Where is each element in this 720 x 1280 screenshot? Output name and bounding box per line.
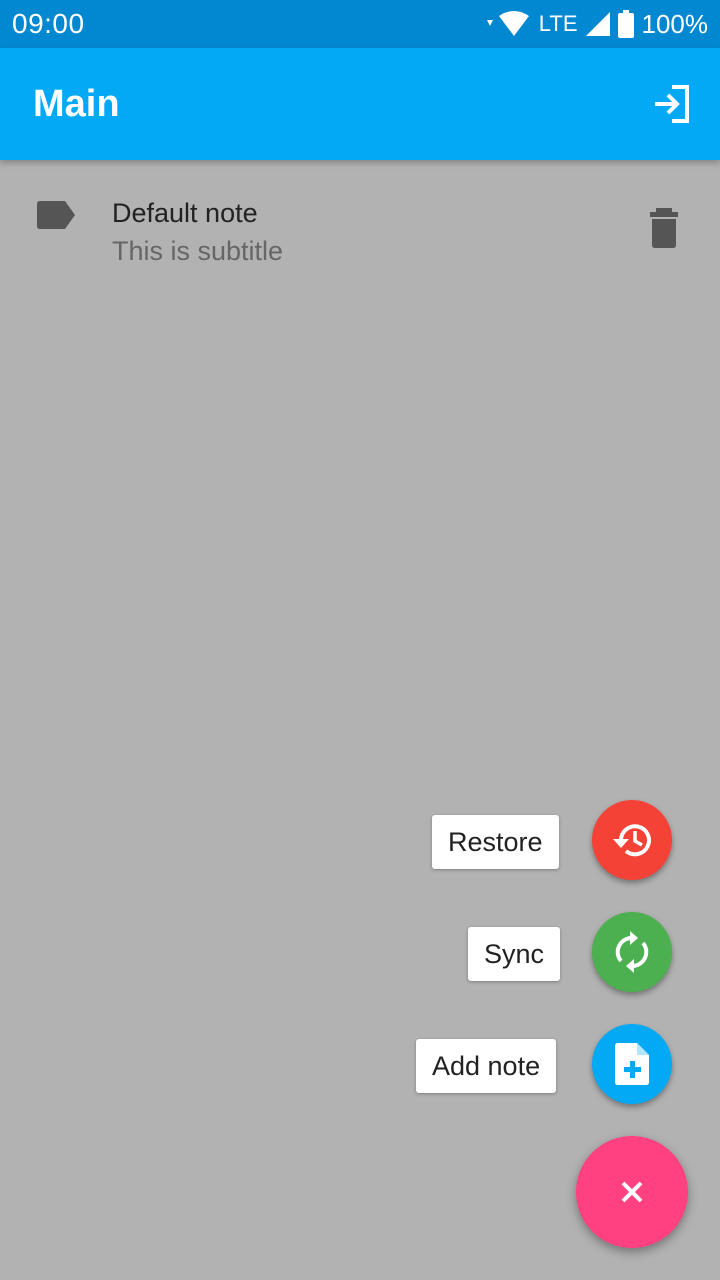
status-time: 09:00 <box>12 8 85 39</box>
delete-icon[interactable] <box>646 208 682 248</box>
note-subtitle: This is subtitle <box>112 236 284 266</box>
add-note-icon <box>615 1043 649 1085</box>
login-icon <box>655 85 689 123</box>
status-bar: 09:00 LTE 100% <box>0 0 720 48</box>
restore-button[interactable] <box>592 800 672 880</box>
sync-label[interactable]: Sync <box>468 927 561 981</box>
page-title: Main <box>33 82 120 125</box>
note-title: Default note <box>112 198 258 228</box>
restore-icon <box>613 824 651 857</box>
status-icons: LTE 100% <box>485 9 708 40</box>
label-icon <box>37 201 75 229</box>
battery-icon <box>617 10 634 38</box>
add-note-button[interactable] <box>592 1024 672 1104</box>
note-list-item[interactable]: Default note This is subtitle <box>0 176 720 286</box>
close-icon <box>621 1181 643 1203</box>
add-note-label[interactable]: Add note <box>416 1039 557 1093</box>
sync-icon <box>615 931 649 973</box>
battery-percent: 100% <box>641 8 709 39</box>
sync-button[interactable] <box>592 912 672 992</box>
signal-icon <box>585 12 610 36</box>
restore-label[interactable]: Restore <box>432 815 559 869</box>
wifi-icon <box>486 11 529 36</box>
app-bar: Main <box>0 48 720 160</box>
close-fab-button[interactable] <box>576 1136 688 1248</box>
login-button[interactable] <box>648 80 696 128</box>
network-type: LTE <box>538 11 578 36</box>
